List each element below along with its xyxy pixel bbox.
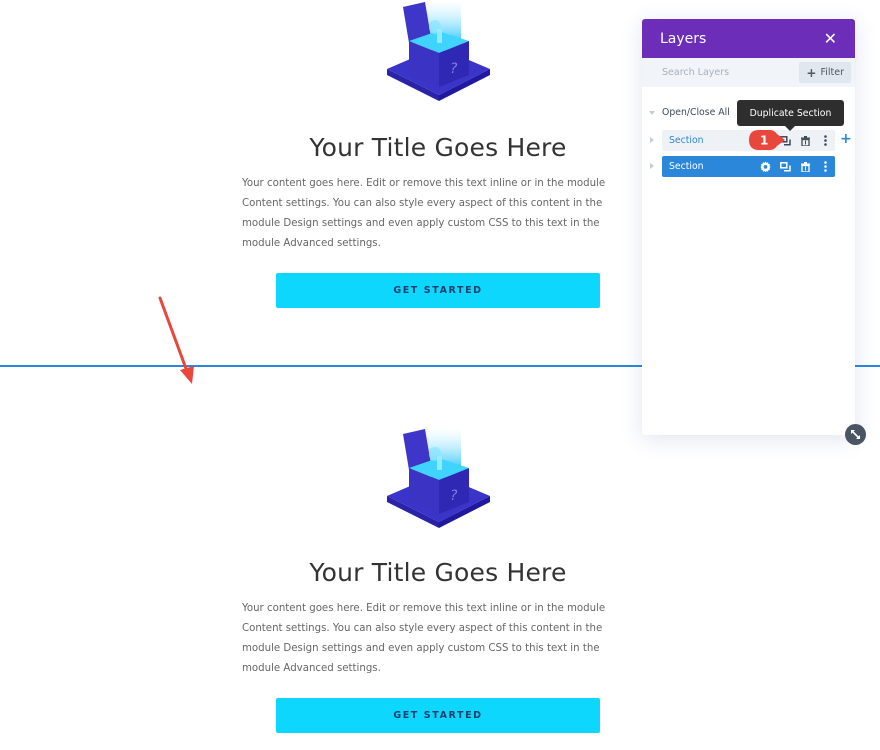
caret-right-icon[interactable] (650, 137, 654, 143)
duplicate-icon[interactable] (775, 156, 795, 177)
plus-icon: + (806, 65, 817, 80)
layers-search-row: + Filter (642, 58, 855, 87)
blurb-title: Your Title Goes Here (309, 558, 567, 587)
filter-button[interactable]: + Filter (799, 62, 851, 83)
layer-section-2[interactable]: Section (662, 156, 835, 177)
blurb-body: Your content goes here. Edit or remove t… (242, 178, 606, 249)
close-icon[interactable]: ✕ (824, 30, 837, 47)
gear-icon[interactable] (755, 156, 775, 177)
question-box-illustration: ? (387, 429, 490, 528)
layers-title: Layers (660, 30, 707, 47)
plus-icon[interactable]: + (840, 132, 852, 146)
question-box-illustration: ? (387, 2, 490, 101)
layers-panel: Layers ✕ + Filter Open/Close All Section… (642, 19, 855, 435)
get-started-button[interactable]: GET STARTED (276, 273, 600, 308)
svg-text:?: ? (450, 61, 458, 77)
trash-icon[interactable] (795, 156, 815, 177)
more-icon[interactable] (815, 130, 835, 151)
step-badge: 1 (749, 130, 785, 150)
svg-text:?: ? (450, 488, 458, 504)
search-layers-input[interactable] (662, 67, 782, 78)
layers-header: Layers ✕ (642, 19, 855, 58)
annotation-arrow-icon (158, 296, 194, 384)
blurb-body: Your content goes here. Edit or remove t… (242, 603, 606, 674)
trash-icon[interactable] (795, 130, 815, 151)
filter-label: Filter (820, 67, 844, 78)
open-close-all-label: Open/Close All (662, 107, 730, 118)
get-started-button[interactable]: GET STARTED (276, 698, 600, 733)
duplicate-section-tooltip: Duplicate Section (737, 100, 844, 131)
caret-right-icon[interactable] (650, 163, 654, 169)
step-badge-number: 1 (760, 134, 768, 148)
more-icon[interactable] (815, 156, 835, 177)
caret-down-icon (649, 110, 655, 115)
layer-label: Section (669, 161, 704, 172)
open-close-all-toggle[interactable]: Open/Close All (649, 107, 730, 118)
resize-icon[interactable] (845, 424, 866, 445)
